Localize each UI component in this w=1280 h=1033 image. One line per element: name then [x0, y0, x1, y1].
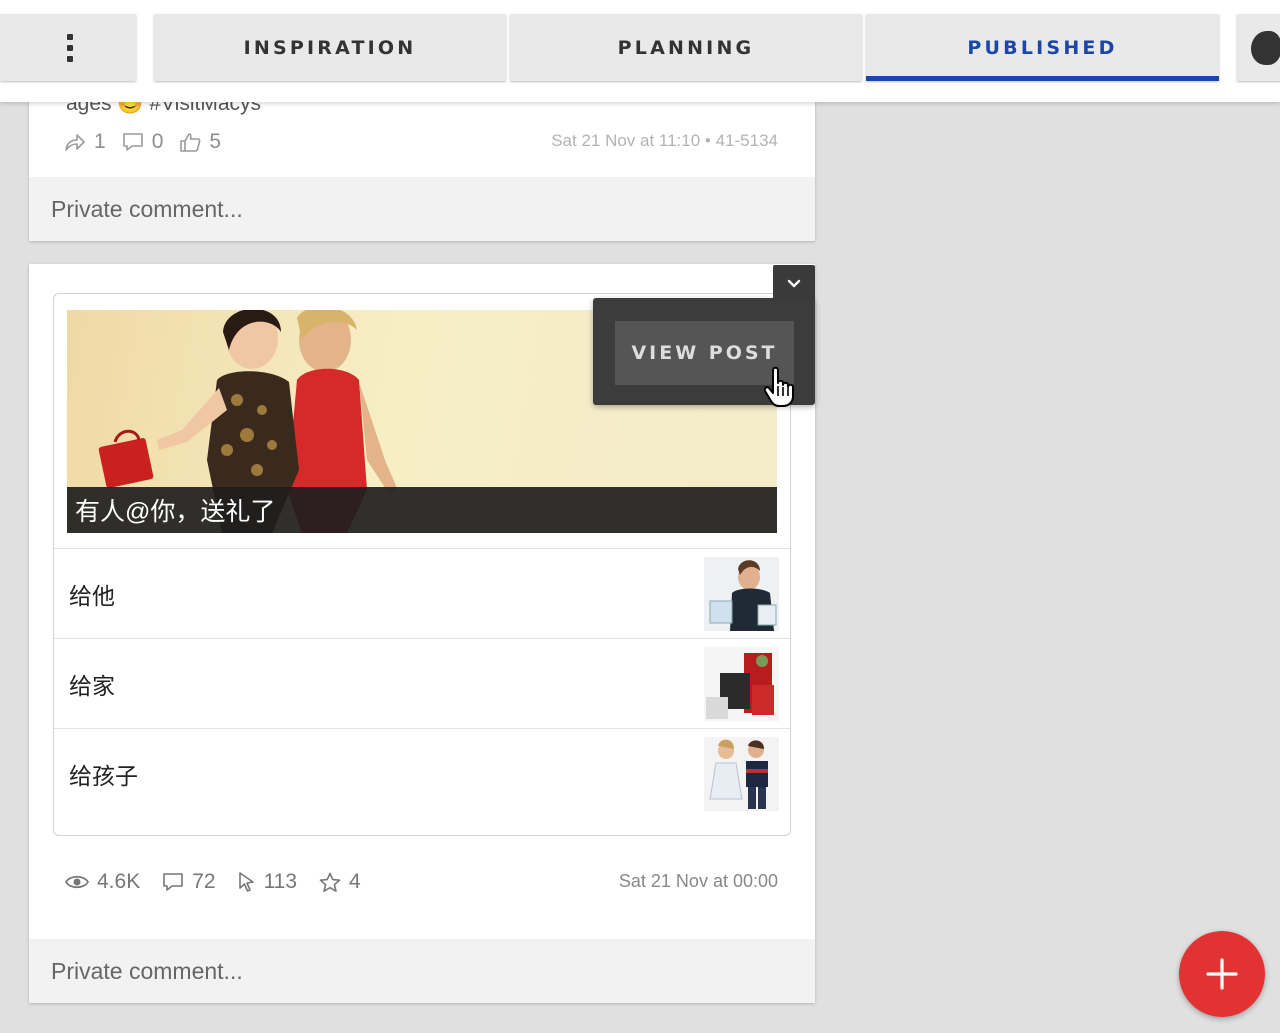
banner-caption: 有人@你，送礼了 — [67, 487, 777, 533]
tab-inspiration[interactable]: INSPIRATION — [154, 14, 506, 81]
list-item-label: 给家 — [69, 673, 115, 699]
comment-icon — [163, 873, 184, 891]
eye-icon — [65, 875, 89, 889]
cursor-click-icon — [238, 872, 254, 892]
kebab-menu-icon — [67, 33, 73, 62]
private-comment-input[interactable]: Private comment... — [29, 177, 815, 241]
tab-planning[interactable]: PLANNING — [510, 14, 862, 81]
chevron-down-icon — [787, 279, 801, 287]
top-bar-background — [0, 0, 1280, 14]
tab-label: PLANNING — [617, 36, 755, 59]
list-item-label: 给他 — [69, 583, 115, 609]
comments-count: 0 — [151, 130, 164, 153]
plus-icon — [1206, 958, 1238, 990]
star-icon — [319, 872, 341, 892]
post-timestamp: Sat 21 Nov at 00:00 — [618, 871, 778, 891]
shares-count: 1 — [94, 130, 106, 153]
favorites-count: 4 — [349, 870, 361, 893]
profile-tab[interactable] — [1237, 14, 1280, 81]
shares-stat: 1 — [64, 130, 106, 154]
post-timestamp: Sat 21 Nov at 11:10 • 41-5134 — [551, 131, 778, 150]
favorites-stat: 4 — [319, 870, 361, 894]
views-stat: 4.6K — [65, 870, 140, 894]
add-post-button[interactable] — [1179, 931, 1265, 1017]
comment-icon — [122, 133, 143, 151]
profile-icon — [1251, 30, 1280, 65]
likes-count: 5 — [209, 130, 222, 153]
tab-published[interactable]: PUBLISHED — [866, 14, 1219, 81]
private-comment-input[interactable]: Private comment... — [29, 939, 815, 1003]
share-icon — [65, 134, 85, 151]
home-gifts-image — [704, 647, 779, 721]
hand-pointer-icon — [763, 366, 794, 407]
likes-stat: 5 — [179, 130, 221, 154]
kids-image — [704, 737, 779, 811]
comments-stat: 0 — [122, 130, 164, 154]
menu-button[interactable] — [0, 14, 136, 81]
post-stats: 4.6K 72 113 4 — [65, 870, 361, 894]
list-item[interactable]: 给家 — [54, 638, 790, 728]
list-item-thumbnail — [704, 737, 779, 811]
list-item[interactable]: 给他 — [54, 548, 790, 638]
thumbs-up-icon — [180, 133, 201, 152]
comments-count: 72 — [192, 870, 216, 893]
man-with-gifts-image — [704, 557, 779, 631]
clicks-stat: 113 — [238, 870, 297, 894]
tab-label: PUBLISHED — [967, 36, 1118, 59]
list-item-thumbnail — [704, 557, 779, 631]
tab-label: INSPIRATION — [243, 36, 417, 59]
clicks-count: 113 — [263, 870, 298, 893]
list-item-thumbnail — [704, 647, 779, 721]
post-options-toggle[interactable] — [773, 265, 815, 301]
top-tab-bar: INSPIRATION PLANNING PUBLISHED — [0, 0, 1280, 102]
list-item-label: 给孩子 — [69, 763, 138, 789]
list-item[interactable]: 给孩子 — [54, 728, 790, 818]
comments-stat: 72 — [162, 870, 216, 894]
views-count: 4.6K — [97, 870, 141, 893]
post-stats: 1 0 5 — [64, 130, 221, 154]
